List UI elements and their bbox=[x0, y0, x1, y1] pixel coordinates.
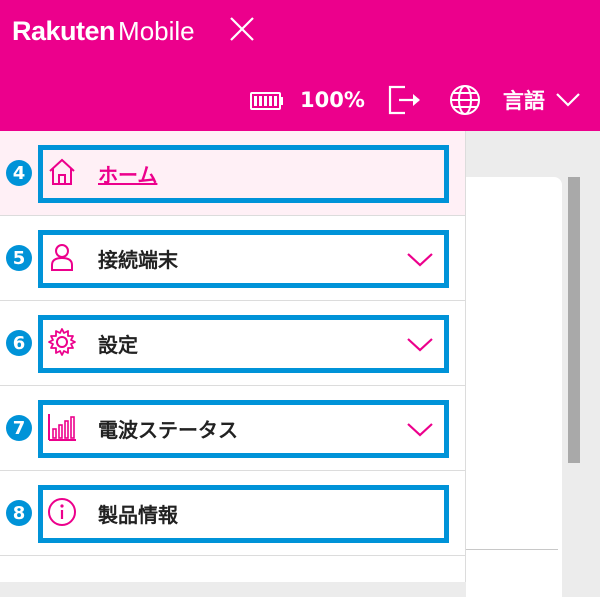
menu-item-label: ホーム bbox=[98, 163, 158, 187]
menu-item-product-info[interactable]: 8 製品情報 bbox=[0, 471, 465, 556]
globe-icon[interactable] bbox=[449, 84, 481, 116]
logo-text-rakuten: Rakuten bbox=[12, 16, 116, 46]
menu-item-label: 設定 bbox=[98, 333, 138, 357]
gear-icon bbox=[48, 328, 76, 356]
chevron-down-icon[interactable] bbox=[406, 422, 434, 438]
menu-item-connected-devices[interactable]: 5 接続端末 bbox=[0, 216, 465, 301]
content-card bbox=[466, 177, 562, 597]
main-content-area bbox=[466, 131, 600, 597]
menu-item-home[interactable]: 4 ホーム bbox=[0, 131, 465, 216]
menu-item-signal-status[interactable]: 7 電波ステータス bbox=[0, 386, 465, 471]
menu-item-label: 製品情報 bbox=[98, 503, 178, 527]
chevron-down-icon[interactable] bbox=[406, 252, 434, 268]
logo-text-mobile: Mobile bbox=[118, 16, 195, 46]
person-icon bbox=[51, 244, 73, 271]
signal-bars-icon bbox=[48, 414, 76, 441]
step-badge: 4 bbox=[6, 160, 32, 186]
rakuten-mobile-logo[interactable]: Rakuten Mobile bbox=[12, 16, 195, 52]
logout-icon[interactable] bbox=[387, 84, 423, 116]
close-icon[interactable] bbox=[229, 16, 255, 42]
menu-item-settings[interactable]: 6 設定 bbox=[0, 301, 465, 386]
step-badge: 5 bbox=[6, 245, 32, 271]
home-icon bbox=[49, 158, 75, 185]
menu-item-label: 電波ステータス bbox=[98, 418, 238, 442]
info-icon bbox=[48, 498, 76, 526]
side-menu: 4 ホーム 5 接続端末 6 設定 7 電波ステータス 8 製品情報 bbox=[0, 131, 466, 582]
step-badge: 6 bbox=[6, 330, 32, 356]
status-bar: 100% 言語 bbox=[250, 82, 581, 118]
language-select-label[interactable]: 言語 bbox=[503, 85, 545, 115]
menu-item-label: 接続端末 bbox=[98, 248, 178, 272]
chevron-down-icon[interactable] bbox=[406, 337, 434, 353]
chevron-down-icon[interactable] bbox=[555, 92, 581, 108]
battery-icon bbox=[250, 92, 283, 110]
scrollbar[interactable] bbox=[568, 177, 580, 463]
app-header: Rakuten Mobile 100% 言語 bbox=[0, 0, 600, 131]
divider bbox=[466, 549, 558, 550]
step-badge: 7 bbox=[6, 415, 32, 441]
step-badge: 8 bbox=[6, 500, 32, 526]
battery-percent: 100% bbox=[300, 88, 365, 112]
